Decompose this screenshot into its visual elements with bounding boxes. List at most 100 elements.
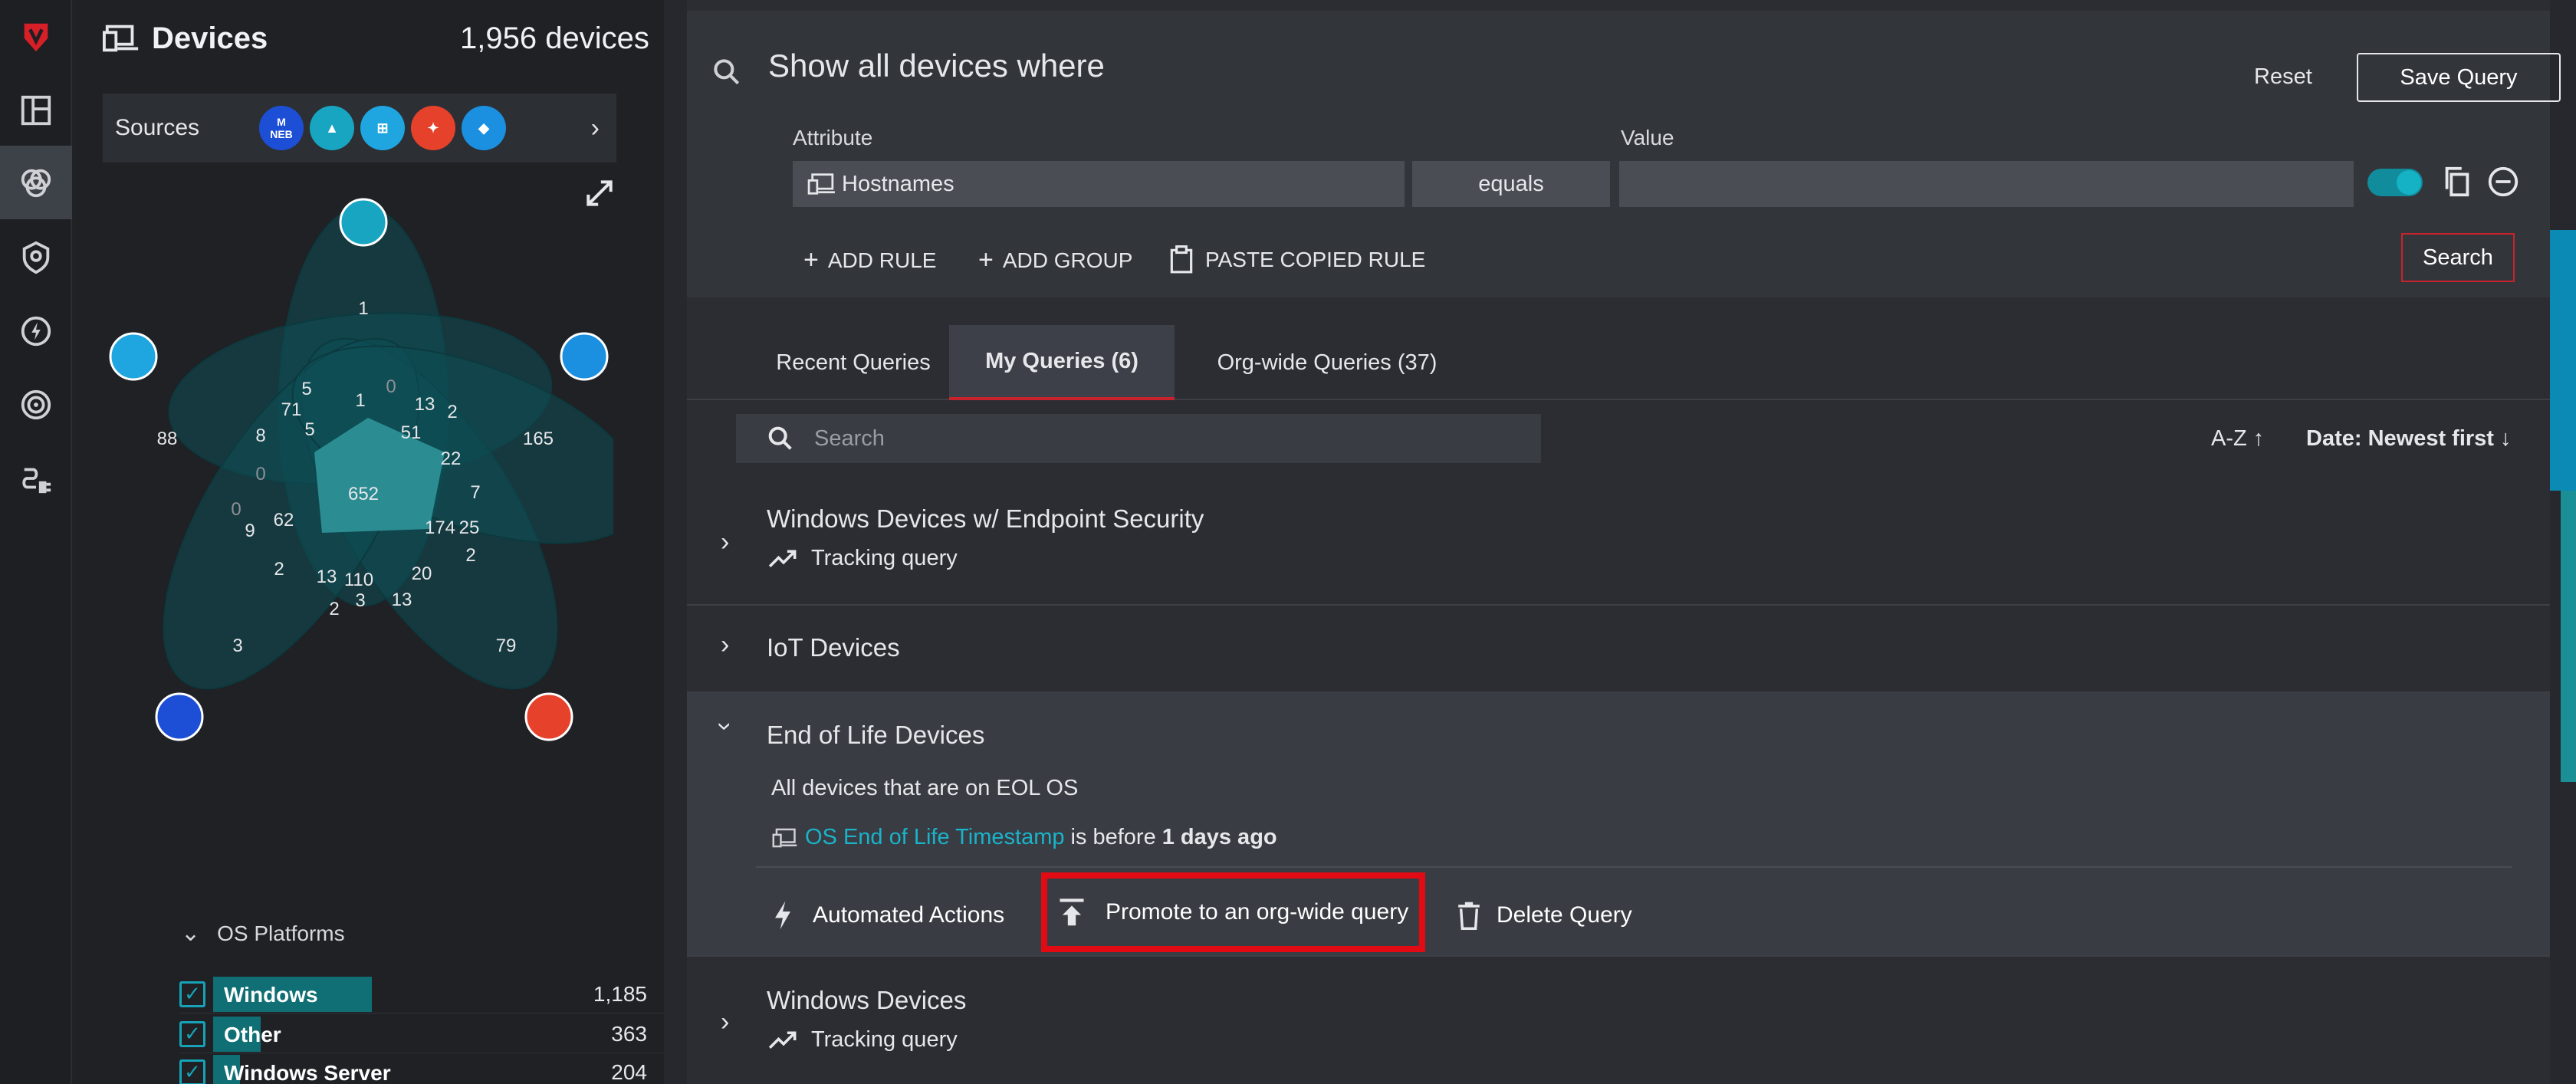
devices-nav[interactable] [0, 146, 72, 219]
venn-num: 2 [329, 599, 339, 619]
query-search-input[interactable]: Search [736, 414, 1541, 463]
sources-bar[interactable]: Sources M NEB ▲ ⊞ ✦ ◆ › [103, 94, 616, 163]
chevron-right-icon[interactable]: › [721, 527, 729, 557]
rule-toggle[interactable] [2367, 169, 2423, 196]
dashboard-nav[interactable] [0, 74, 72, 147]
remove-icon[interactable] [2486, 164, 2521, 199]
venn-num: 8 [255, 425, 265, 446]
venn-diagram: 1 5 71 0 13 2 88 8 5 1 51 165 0 22 652 7… [109, 198, 613, 741]
promote-org-wide-button[interactable]: Promote to an org-wide query [1041, 872, 1426, 952]
attribute-select[interactable]: Hostnames [793, 161, 1405, 207]
logo[interactable] [0, 0, 72, 74]
chevron-right-icon[interactable]: › [591, 113, 600, 143]
venn-num: 0 [386, 376, 396, 397]
venn-num: 71 [281, 399, 302, 420]
malwarebytes-neb-icon[interactable]: M NEB [259, 106, 304, 150]
venn-num: 2 [274, 559, 284, 580]
venn-num: 3 [232, 636, 242, 656]
arctic-wolf-icon[interactable]: ▲ [310, 106, 354, 150]
neb-text: NEB [270, 128, 293, 140]
plus-icon: + [978, 245, 994, 274]
toggle-knob [2397, 170, 2421, 195]
venn-num: 25 [459, 517, 480, 538]
query-description: All devices that are on EOL OS [771, 776, 1079, 800]
save-query-button[interactable]: Save Query [2357, 53, 2561, 102]
venn-num: 13 [415, 394, 435, 415]
query-tabs: Recent Queries My Queries (6) Org-wide Q… [687, 325, 2550, 400]
checkbox-checked-icon[interactable]: ✓ [179, 1059, 205, 1084]
logo-icon [24, 23, 48, 52]
sort-date-label: Date: Newest first [2306, 426, 2494, 451]
copy-icon[interactable] [2440, 164, 2475, 199]
tab-org-wide-queries[interactable]: Org-wide Queries (37) [1196, 325, 1458, 400]
os-row[interactable]: ✓ Windows Server 204 [179, 1053, 693, 1084]
tracking-text: Tracking query [811, 546, 958, 570]
paste-rule-button[interactable]: PASTE COPIED RULE [1168, 245, 1425, 274]
chevron-down-icon[interactable]: › [710, 722, 740, 731]
reset-button[interactable]: Reset [2254, 64, 2312, 90]
tracking-text: Tracking query [811, 1027, 958, 1052]
condition-attribute-link[interactable]: OS End of Life Timestamp [805, 825, 1064, 850]
os-platforms-header[interactable]: ⌄ OS Platforms [181, 920, 345, 947]
sort-name-button[interactable]: A-Z ↑ [2211, 426, 2264, 452]
venn-num: 9 [245, 521, 255, 541]
os-count: 363 [611, 1021, 647, 1046]
windows-icon[interactable]: ⊞ [360, 106, 405, 150]
chevron-right-icon[interactable]: › [721, 630, 729, 660]
venn-num: 2 [447, 402, 457, 422]
venn-num: 62 [274, 510, 294, 531]
checkbox-checked-icon[interactable]: ✓ [179, 981, 205, 1007]
query-row[interactable]: › Windows Devices Tracking query [687, 958, 2550, 1084]
search-placeholder: Search [814, 425, 885, 451]
trending-up-icon [768, 549, 797, 567]
venn-num: 5 [301, 379, 311, 399]
delete-query-button[interactable]: Delete Query [1457, 886, 1632, 944]
clipboard-icon [1170, 245, 1193, 274]
automated-actions-label: Automated Actions [813, 902, 1005, 928]
os-platforms-title: OS Platforms [217, 921, 345, 945]
venn-num: 110 [344, 570, 373, 590]
arrow-up-icon: ↑ [2252, 426, 2265, 451]
venn-num: 79 [496, 636, 517, 656]
venn-intune-icon [560, 332, 609, 381]
tab-my-queries[interactable]: My Queries (6) [949, 325, 1175, 400]
checkbox-checked-icon[interactable]: ✓ [179, 1020, 205, 1047]
radar-nav[interactable] [0, 368, 72, 442]
operator-select[interactable]: equals [1412, 161, 1610, 207]
venn-num: 5 [304, 419, 314, 440]
condition-operator: is before [1070, 825, 1156, 849]
sort-date-button[interactable]: Date: Newest first ↓ [2306, 426, 2512, 452]
search-button[interactable]: Search [2401, 233, 2515, 282]
chevron-right-icon[interactable]: › [721, 1007, 729, 1037]
add-rule-button[interactable]: + ADD RULE [803, 245, 936, 275]
value-input[interactable] [1619, 161, 2354, 207]
venn-crowdstrike-icon [524, 692, 573, 741]
integrations-nav[interactable] [0, 442, 72, 515]
add-group-button[interactable]: + ADD GROUP [978, 245, 1132, 275]
query-row[interactable]: › IoT Devices [687, 607, 2550, 693]
query-row[interactable]: › Windows Devices w/ Endpoint Security T… [687, 488, 2550, 606]
chevron-down-icon[interactable]: ⌄ [181, 920, 200, 947]
attribute-value: Hostnames [842, 171, 955, 196]
devices-icon [772, 828, 797, 847]
radar-icon [21, 389, 51, 420]
automated-actions-button[interactable]: Automated Actions [771, 886, 1004, 944]
venn-icon [21, 169, 51, 198]
os-name: Windows [224, 982, 318, 1007]
arrow-down-icon: ↓ [2500, 426, 2512, 451]
venn-num: 3 [355, 590, 365, 611]
os-row[interactable]: ✓ Windows 1,185 [179, 975, 693, 1013]
paste-rule-label: PASTE COPIED RULE [1205, 248, 1426, 271]
os-count: 204 [611, 1059, 647, 1084]
devices-header: Devices 1,956 devices [103, 17, 708, 60]
crowdstrike-icon[interactable]: ✦ [411, 106, 455, 150]
intune-icon[interactable]: ◆ [462, 106, 506, 150]
trash-icon [1458, 902, 1480, 930]
security-nav[interactable] [0, 221, 72, 294]
query-condition: OS End of Life Timestamp is before 1 day… [771, 825, 1277, 850]
actions-nav[interactable] [0, 294, 72, 368]
query-title: Show all devices where [768, 48, 1105, 84]
os-row[interactable]: ✓ Other 363 [179, 1015, 693, 1053]
venn-num: 20 [412, 563, 432, 584]
tab-recent-queries[interactable]: Recent Queries [736, 325, 971, 400]
